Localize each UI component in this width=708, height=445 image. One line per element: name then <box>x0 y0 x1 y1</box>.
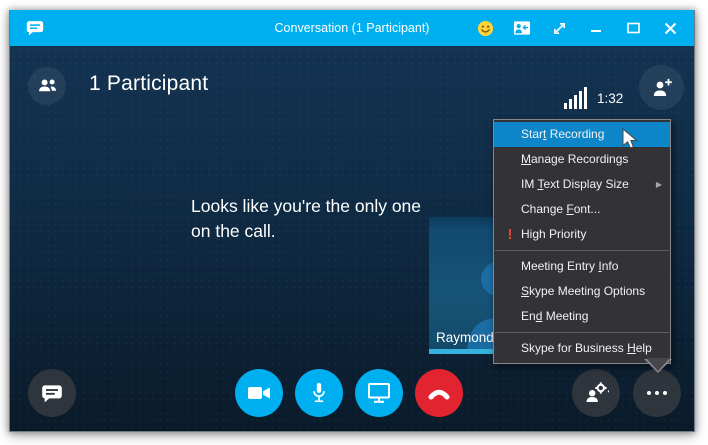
hang-up-phone-icon <box>428 389 450 400</box>
close-button[interactable] <box>660 18 680 38</box>
empty-call-message: Looks like you're the only one on the ca… <box>191 196 422 241</box>
menu-item-im-text-display-size[interactable]: IM Text Display Size ▶ <box>494 172 670 197</box>
microphone-icon <box>313 382 325 403</box>
ellipsis-icon <box>647 391 667 395</box>
minimize-button[interactable] <box>586 18 606 38</box>
fullscreen-button[interactable] <box>549 18 569 38</box>
menu-item-label: Start Recording <box>521 127 605 141</box>
menu-separator <box>495 332 669 333</box>
context-menu: Start Recording Manage Recordings IM Text … <box>493 119 671 364</box>
menu-item-skype-for-business-help[interactable]: Skype for Business Help <box>494 336 670 361</box>
maximize-button[interactable] <box>623 18 643 38</box>
menu-item-label: High Priority <box>521 227 587 241</box>
video-button[interactable] <box>235 369 283 417</box>
menu-item-label: End Meeting <box>521 309 589 323</box>
participants-count-label: 1 Participant <box>89 72 209 95</box>
video-camera-icon <box>248 387 270 399</box>
present-button[interactable] <box>355 369 403 417</box>
participants-group-icon <box>38 79 56 92</box>
menu-item-label: IM Text Display Size <box>521 177 629 191</box>
chat-bubble-icon <box>42 384 62 402</box>
menu-item-meeting-entry-info[interactable]: Meeting Entry Info <box>494 254 670 279</box>
menu-item-label: Skype for Business Help <box>521 341 652 355</box>
titlebar: Conversation (1 Participant) <box>10 10 694 46</box>
menu-item-change-font[interactable]: Change Font... <box>494 197 670 222</box>
signal-strength-icon <box>564 86 587 109</box>
monitor-icon <box>368 383 390 403</box>
submenu-arrow-icon: ▶ <box>655 180 662 189</box>
end-call-button[interactable] <box>415 369 463 417</box>
expand-arrows-icon <box>553 22 565 34</box>
participants-button[interactable] <box>28 67 66 105</box>
close-icon <box>664 22 676 34</box>
im-popout-button[interactable] <box>512 18 532 38</box>
menu-item-label: Meeting Entry Info <box>521 259 619 273</box>
contact-card-icon <box>513 21 531 35</box>
menu-item-manage-recordings[interactable]: Manage Recordings <box>494 147 670 172</box>
participant-name-label: Raymond <box>436 330 494 345</box>
call-timer: 1:32 <box>597 91 624 106</box>
emoticon-button[interactable] <box>475 18 495 38</box>
menu-item-end-meeting[interactable]: End Meeting <box>494 304 670 329</box>
more-options-button[interactable] <box>633 369 681 417</box>
menu-item-label: Manage Recordings <box>521 152 629 166</box>
high-priority-exclamation-icon: ! <box>507 226 513 243</box>
menu-item-start-recording[interactable]: Start Recording <box>494 122 670 149</box>
menu-item-label: Change Font... <box>521 202 601 216</box>
mute-button[interactable] <box>295 369 343 417</box>
smiley-icon <box>477 20 493 36</box>
menu-item-label: Skype Meeting Options <box>521 284 646 298</box>
add-participant-button[interactable] <box>639 65 684 110</box>
app-chat-bubble-icon[interactable] <box>25 18 45 38</box>
person-gear-icon <box>586 382 609 402</box>
mouse-cursor-icon <box>622 127 638 159</box>
menu-separator <box>495 250 669 251</box>
menu-item-skype-meeting-options[interactable]: Skype Meeting Options <box>494 279 670 304</box>
menu-item-high-priority[interactable]: ! High Priority <box>494 222 670 247</box>
maximize-icon <box>626 22 640 34</box>
skype-conversation-window: Conversation (1 Participant) 1 Participa… <box>9 10 695 432</box>
im-button[interactable] <box>28 369 76 417</box>
add-person-icon <box>653 78 672 96</box>
call-controls-button[interactable] <box>572 369 620 417</box>
minimize-icon <box>591 30 601 32</box>
